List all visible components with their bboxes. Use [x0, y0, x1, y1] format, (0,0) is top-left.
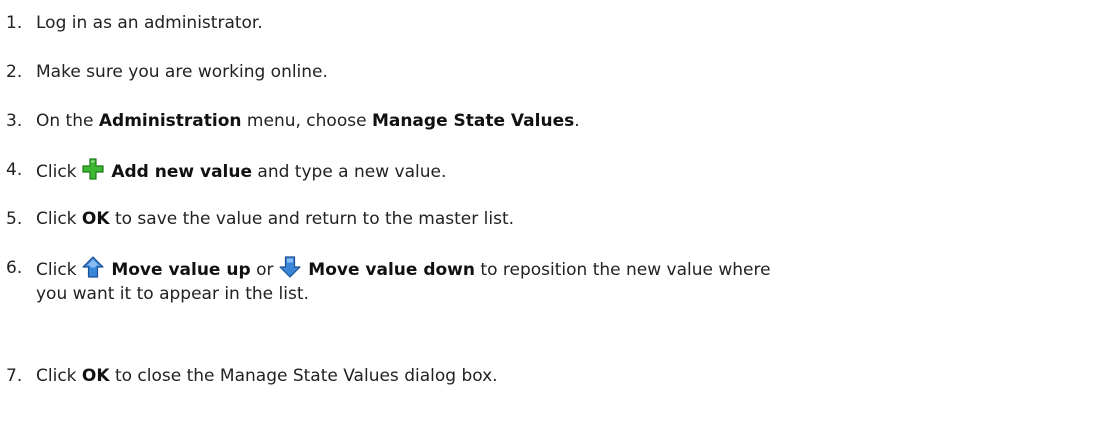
step-text-part: and type a new value.: [252, 162, 447, 182]
step-text-part: Click: [36, 260, 82, 280]
ok-command: OK: [81, 366, 110, 386]
administration-menu-name: Administration: [98, 111, 242, 131]
step-text: Click Add new value and type a new value…: [36, 158, 1096, 184]
step-number: 6.: [6, 258, 23, 278]
step-text-part: On the: [36, 111, 99, 131]
step-text-part: .: [574, 111, 580, 131]
step-number: 3.: [6, 111, 23, 131]
step-number: 1.: [6, 13, 23, 33]
step-text: Make sure you are working online.: [36, 62, 328, 82]
step-text: Click OK to save the value and return to…: [36, 207, 1096, 231]
step-number: 2.: [6, 62, 23, 82]
move-value-down-command: Move value down: [308, 260, 475, 280]
add-new-value-command: Add new value: [111, 162, 253, 182]
step-text: Click OK to close the Manage State Value…: [36, 364, 1096, 388]
step-text-part: to reposition the new value where: [475, 260, 771, 280]
step-text-part: Click: [36, 162, 82, 182]
step-text-part: menu, choose: [241, 111, 372, 131]
blue-up-arrow-icon: [82, 256, 104, 278]
step-number: 5.: [6, 209, 23, 229]
blue-down-arrow-icon: [279, 256, 301, 278]
ok-command: OK: [81, 209, 110, 229]
step-text-part: or: [250, 260, 279, 280]
step-text: Click Move value up or Move value down t…: [36, 256, 1096, 306]
green-plus-icon: [82, 158, 104, 180]
step-number: 7.: [6, 366, 23, 386]
step-text: On the Administration menu, choose Manag…: [36, 109, 1096, 133]
manage-state-values-command: Manage State Values: [371, 111, 575, 131]
step-text-part: Click: [36, 209, 82, 229]
step-number: 4.: [6, 160, 23, 180]
step-text: Log in as an administrator.: [36, 13, 263, 33]
step-text-part: to save the value and return to the mast…: [109, 209, 515, 229]
step-text-part: to close the Manage State Values dialog …: [109, 366, 498, 386]
move-value-up-command: Move value up: [111, 260, 251, 280]
step-text-continuation: you want it to appear in the list.: [36, 284, 309, 304]
step-text-part: Click: [36, 366, 82, 386]
